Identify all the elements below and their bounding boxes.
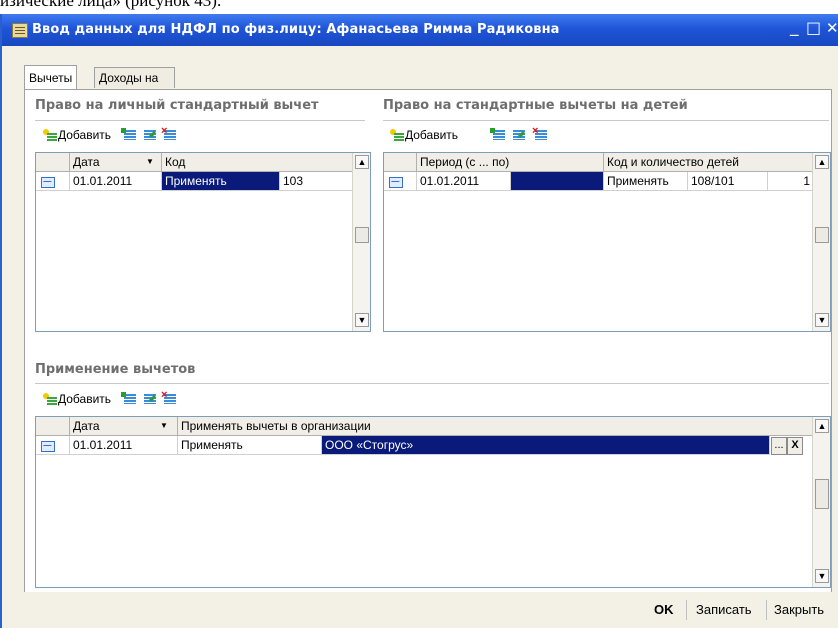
table-header: Дата ▼ Применять вычеты в организации: [36, 417, 812, 436]
cell-code[interactable]: 103: [280, 172, 352, 191]
application-edit-button[interactable]: [141, 392, 157, 406]
vertical-scrollbar[interactable]: ▲ ▼: [812, 153, 830, 331]
add-row-icon: [43, 393, 58, 407]
personal-toolbar: Добавить ×: [43, 125, 243, 148]
ok-button[interactable]: OK: [654, 602, 674, 617]
column-header-code[interactable]: Код: [162, 153, 352, 171]
section-title-children: Право на стандартные вычеты на детей: [383, 98, 688, 113]
section-divider: [35, 120, 365, 121]
add-label: Добавить: [58, 128, 112, 142]
copy-row-icon: [490, 128, 495, 133]
tab-panel-deductions: Право на личный стандартный вычет Добави…: [24, 89, 832, 593]
section-divider: [35, 383, 829, 384]
scroll-down-arrow[interactable]: ▼: [815, 569, 829, 583]
column-header-period[interactable]: Период (с ... по): [417, 153, 604, 171]
table-header: Период (с ... по) Код и количество детей: [384, 153, 812, 172]
select-organization-button[interactable]: ...: [771, 437, 787, 455]
scroll-down-arrow[interactable]: ▼: [815, 313, 829, 327]
cell-period-end[interactable]: [511, 172, 604, 191]
scroll-up-arrow[interactable]: ▲: [355, 155, 369, 169]
scroll-down-arrow[interactable]: ▼: [355, 313, 369, 327]
application-table[interactable]: Дата ▼ Применять вычеты в организации 01…: [35, 416, 831, 588]
clear-organization-button[interactable]: X: [787, 437, 803, 455]
tab-deductions[interactable]: Вычеты: [24, 65, 78, 89]
table-row[interactable]: 01.01.2011 Применять 103: [36, 172, 352, 192]
scroll-up-arrow[interactable]: ▲: [815, 419, 829, 433]
children-deductions-table[interactable]: Период (с ... по) Код и количество детей…: [383, 152, 831, 332]
cell-apply[interactable]: Применять: [178, 436, 322, 455]
divider: [686, 600, 687, 620]
copy-row-icon: [121, 392, 126, 397]
cell-children-count[interactable]: 1: [768, 172, 812, 191]
delete-row-icon: ×: [161, 125, 168, 137]
add-row-icon: [390, 129, 405, 143]
personal-edit-button[interactable]: [141, 128, 157, 142]
children-edit-button[interactable]: [510, 128, 526, 142]
column-header-organization[interactable]: Применять вычеты в организации: [178, 417, 812, 435]
maximize-button[interactable]: □: [806, 18, 821, 37]
scroll-thumb[interactable]: [815, 227, 829, 243]
cell-date[interactable]: 01.01.2011: [70, 436, 178, 455]
scroll-thumb[interactable]: [815, 479, 829, 509]
dialog-footer: OK Записать Закрыть: [2, 592, 838, 628]
table-row[interactable]: 01.01.2011 Применять 108/101 1: [384, 172, 812, 192]
section-title-personal: Право на личный стандартный вычет: [35, 98, 319, 113]
add-label: Добавить: [405, 128, 459, 142]
children-delete-button[interactable]: ×: [532, 125, 548, 142]
organization-input[interactable]: ООО «Стогрус»: [322, 436, 770, 455]
add-label: Добавить: [58, 392, 112, 406]
sort-desc-icon: ▼: [160, 421, 168, 430]
document-caption-text: изические лица» (рисунок 43).: [0, 0, 222, 10]
close-window-button[interactable]: ✕: [826, 19, 838, 37]
scroll-thumb[interactable]: [355, 227, 369, 243]
record-icon: [41, 441, 55, 452]
cell-period-start[interactable]: 01.01.2011: [417, 172, 511, 191]
personal-deductions-table[interactable]: Дата ▼ Код 01.01.2011 Применять 103 ▲ ▼: [35, 152, 371, 332]
copy-row-icon: [121, 128, 126, 133]
window-title: Ввод данных для НДФЛ по физ.лицу: Афанас…: [32, 22, 560, 37]
record-icon: [389, 177, 403, 188]
ndfl-input-window: Ввод данных для НДФЛ по физ.лицу: Афанас…: [0, 14, 838, 628]
cell-apply[interactable]: Применять: [162, 172, 280, 191]
vertical-scrollbar[interactable]: ▲ ▼: [352, 153, 370, 331]
table-header: Дата ▼ Код: [36, 153, 352, 172]
save-button[interactable]: Записать: [696, 602, 752, 617]
section-title-application: Применение вычетов: [35, 362, 196, 377]
cell-children-code[interactable]: 108/101: [688, 172, 768, 191]
application-add-button[interactable]: Добавить: [43, 392, 112, 407]
delete-row-icon: ×: [161, 389, 168, 401]
close-button[interactable]: Закрыть: [774, 602, 824, 617]
personal-delete-button[interactable]: ×: [161, 125, 177, 142]
tab-previous-income[interactable]: Доходы на предыдущих местах работы: [94, 67, 175, 145]
sort-desc-icon: ▼: [146, 157, 154, 166]
table-row[interactable]: 01.01.2011 Применять ООО «Стогрус» ... X: [36, 436, 812, 456]
vertical-scrollbar[interactable]: ▲ ▼: [812, 417, 830, 587]
application-copy-button[interactable]: [121, 392, 137, 406]
section-divider: [383, 120, 829, 121]
children-toolbar: Добавить ×: [390, 125, 590, 148]
divider: [766, 600, 767, 620]
personal-copy-button[interactable]: [121, 128, 137, 142]
scroll-up-arrow[interactable]: ▲: [815, 155, 829, 169]
delete-row-icon: ×: [532, 125, 539, 137]
children-add-button[interactable]: Добавить: [390, 128, 459, 143]
children-copy-button[interactable]: [490, 128, 506, 142]
application-delete-button[interactable]: ×: [161, 389, 177, 406]
cell-apply[interactable]: Применять: [604, 172, 688, 191]
record-icon: [41, 177, 55, 188]
cell-date[interactable]: 01.01.2011: [70, 172, 162, 191]
personal-add-button[interactable]: Добавить: [43, 128, 112, 143]
column-header-children-code[interactable]: Код и количество детей: [604, 153, 812, 171]
form-icon: [12, 23, 28, 38]
application-toolbar: Добавить ×: [43, 389, 243, 412]
title-bar[interactable]: Ввод данных для НДФЛ по физ.лицу: Афанас…: [2, 14, 838, 46]
minimize-button[interactable]: _: [790, 17, 799, 37]
add-row-icon: [43, 129, 58, 143]
